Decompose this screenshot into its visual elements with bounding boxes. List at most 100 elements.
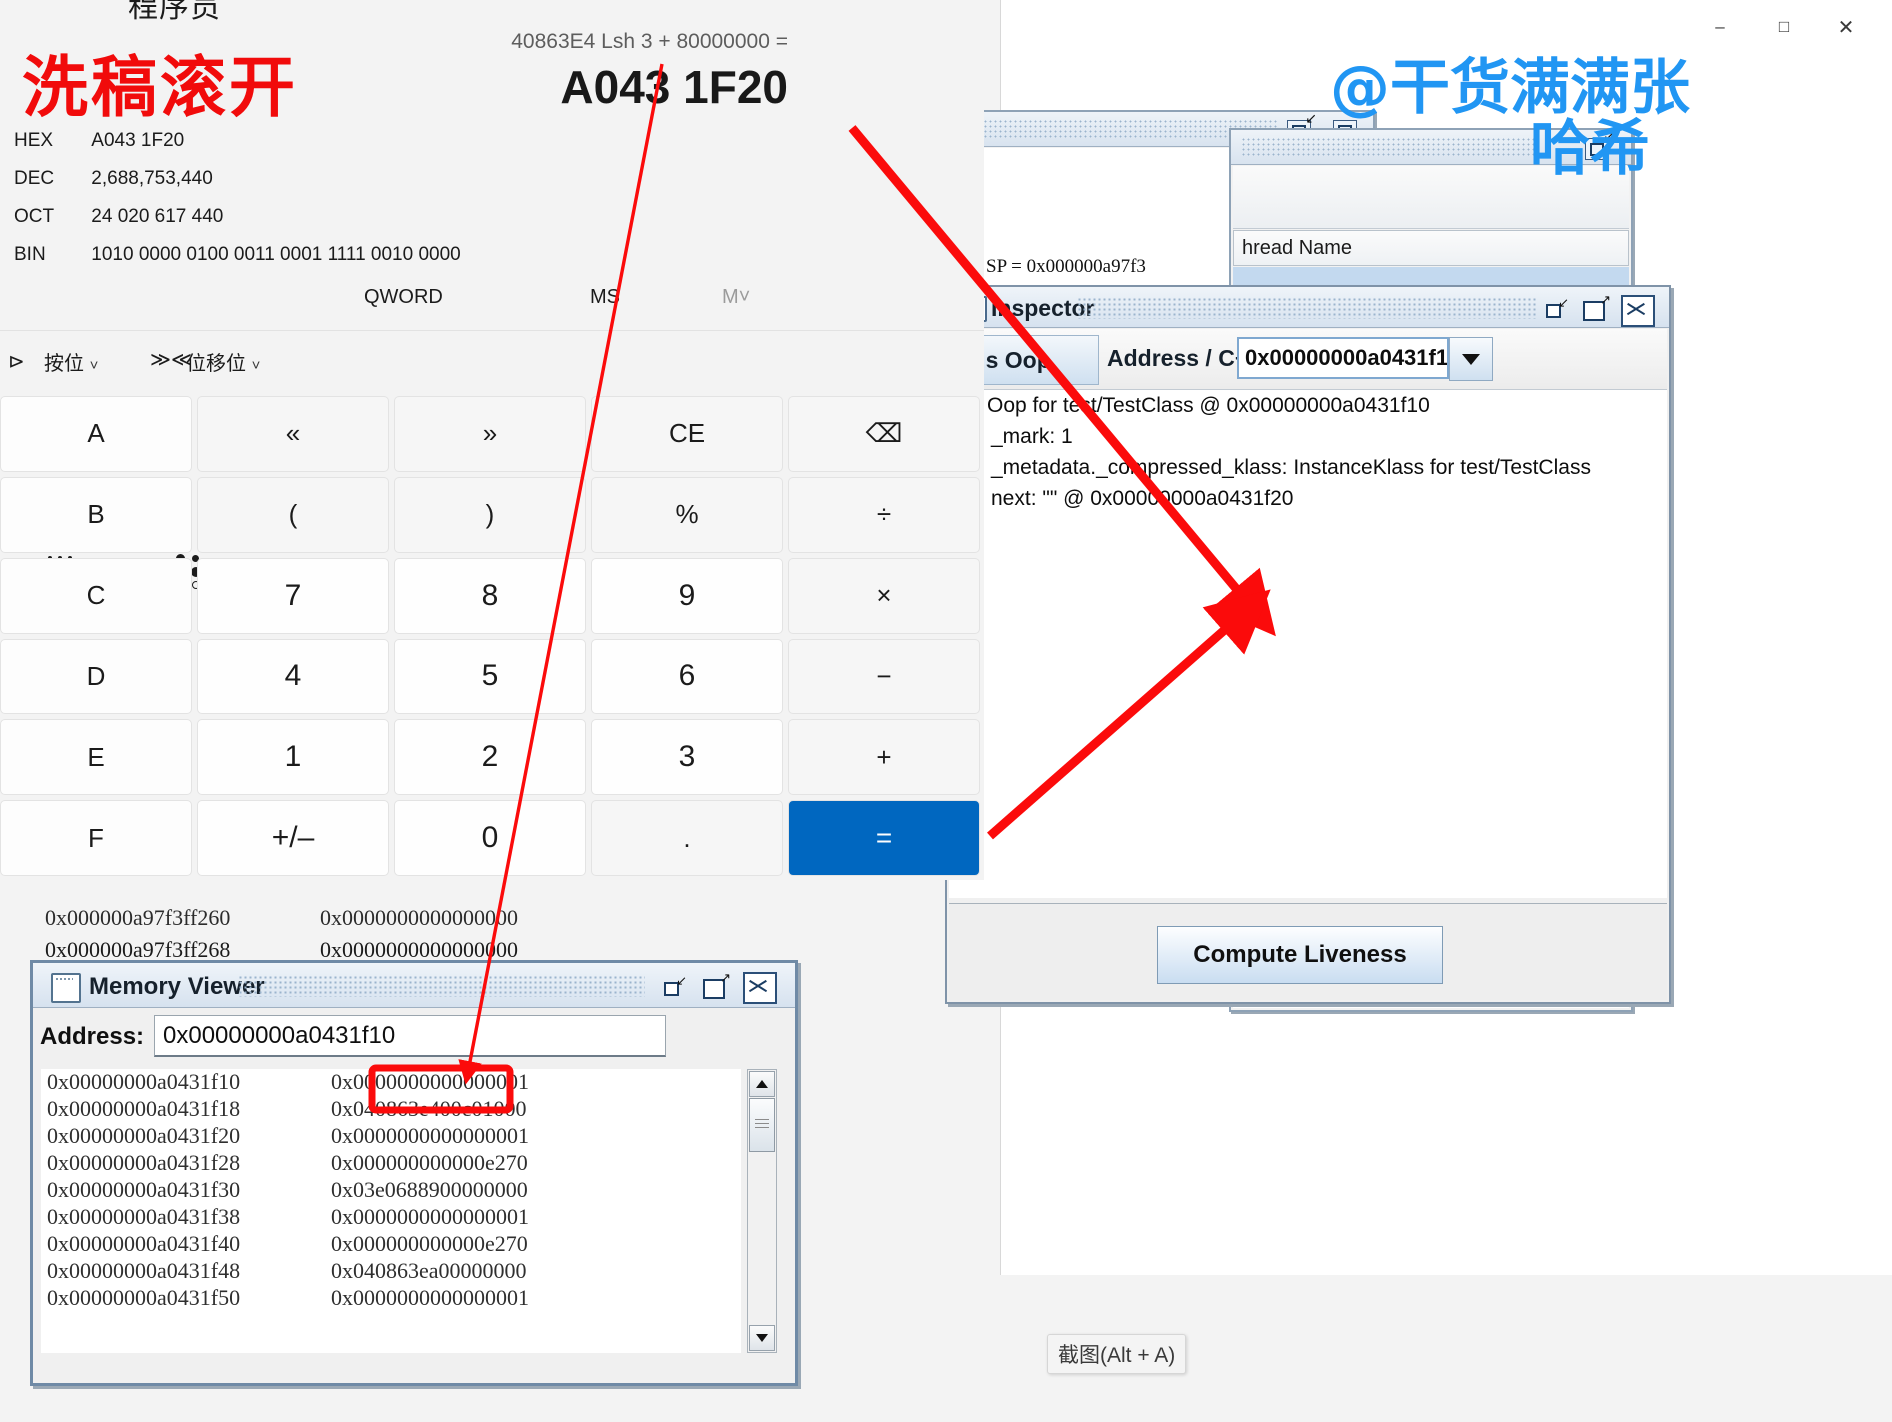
calculator-keypad[interactable]: A « » CE ⌫ B ( ) % ÷ C 7 8 9 × D 4 5 6 −… bbox=[0, 396, 984, 880]
memory-value-cell: 0x0000000000000001 bbox=[331, 1204, 529, 1229]
bitwise-label: 按位 bbox=[44, 353, 84, 375]
bitshift-dropdown[interactable]: 位移位 ˅ bbox=[186, 347, 260, 376]
memory-store-button[interactable]: MS bbox=[590, 286, 620, 309]
key-0[interactable]: 0 bbox=[394, 800, 586, 876]
inspector-tree[interactable]: Oop for test/TestClass @ 0x00000000a0431… bbox=[949, 390, 1667, 898]
table-row[interactable]: 0x00000000a0431f20 0x0000000000000001 bbox=[41, 1123, 741, 1150]
key-close-paren[interactable]: ) bbox=[394, 476, 586, 553]
memory-address-cell: 0x00000000a0431f20 bbox=[47, 1123, 241, 1148]
key-ce[interactable]: CE bbox=[591, 396, 783, 472]
key-multiply[interactable]: × bbox=[788, 557, 980, 634]
key-4[interactable]: 4 bbox=[197, 638, 389, 715]
calculator-expression: 40863E4 Lsh 3 + 80000000 = bbox=[511, 30, 788, 53]
key-D[interactable]: D bbox=[0, 638, 192, 715]
scroll-up-icon[interactable] bbox=[749, 1071, 775, 1097]
memory-viewer-window[interactable]: Memory Viewer ↙ ↗ Address: 0x00000000a04… bbox=[30, 960, 798, 1386]
key-B[interactable]: B bbox=[0, 476, 192, 553]
key-subtract[interactable]: − bbox=[788, 638, 980, 715]
memory-vertical-scrollbar[interactable] bbox=[747, 1069, 777, 1353]
memory-address-bar: Address: 0x00000000a0431f10 bbox=[36, 1009, 792, 1065]
key-2[interactable]: 2 bbox=[394, 719, 586, 796]
chevron-down-icon[interactable] bbox=[1449, 337, 1493, 381]
chevron-down-icon: ˅ bbox=[251, 357, 261, 374]
list-item[interactable]: _mark: 1 bbox=[949, 421, 1667, 452]
table-row[interactable]: 0x00000000a0431f38 0x0000000000000001 bbox=[41, 1204, 741, 1231]
key-F[interactable]: F bbox=[0, 800, 192, 876]
list-item[interactable]: next: "" @ 0x00000000a0431f20 bbox=[949, 483, 1667, 514]
memory-maximize-button[interactable]: ↗ bbox=[701, 970, 731, 999]
key-E[interactable]: E bbox=[0, 719, 192, 796]
radix-row-hex[interactable]: HEX A043 1F20 bbox=[14, 130, 184, 152]
memory-value-cell: 0x03e0688900000000 bbox=[331, 1177, 528, 1202]
key-decimal[interactable]: . bbox=[591, 800, 783, 876]
watermark-blue-line2: 哈希 bbox=[1530, 114, 1650, 184]
key-1[interactable]: 1 bbox=[197, 719, 389, 796]
key-7[interactable]: 7 bbox=[197, 557, 389, 634]
address-expression-input[interactable]: 0x00000000a0431f10 bbox=[1237, 337, 1449, 379]
inspector-close-button[interactable] bbox=[1621, 295, 1655, 327]
key-open-paren[interactable]: ( bbox=[197, 476, 389, 553]
table-row[interactable]: 0x00000000a0431f50 0x0000000000000001 bbox=[41, 1285, 741, 1312]
compute-liveness-button[interactable]: Compute Liveness bbox=[1157, 926, 1443, 984]
list-item[interactable]: _metadata._compressed_klass: InstanceKla… bbox=[949, 452, 1667, 483]
key-rsh[interactable]: » bbox=[394, 396, 586, 472]
bitwise-dropdown[interactable]: 按位 ˅ bbox=[44, 347, 98, 376]
memory-address-cell: 0x00000000a0431f10 bbox=[47, 1069, 241, 1094]
table-row[interactable]: 0x00000000a0431f30 0x03e0688900000000 bbox=[41, 1177, 741, 1204]
key-equals[interactable]: = bbox=[788, 800, 980, 876]
key-C[interactable]: C bbox=[0, 557, 192, 634]
key-percent[interactable]: % bbox=[591, 476, 783, 553]
table-row[interactable]: 0x00000000a0431f40 0x000000000000e270 bbox=[41, 1231, 741, 1258]
memory-restore-button[interactable]: ↙ bbox=[659, 973, 687, 999]
key-plus-minus[interactable]: +/– bbox=[197, 800, 389, 876]
memory-menu-button[interactable]: M˅ bbox=[722, 286, 750, 309]
memory-value-cell: 0x040863e400c01000 bbox=[331, 1096, 527, 1121]
tree-item-label: _metadata._compressed_klass: InstanceKla… bbox=[991, 455, 1591, 479]
scroll-down-icon[interactable] bbox=[749, 1325, 775, 1351]
address-input[interactable]: 0x00000000a0431f10 bbox=[154, 1015, 666, 1057]
scroll-thumb[interactable] bbox=[749, 1098, 775, 1152]
memory-row-list[interactable]: 0x00000000a0431f10 0x0000000000000001 0x… bbox=[41, 1069, 741, 1353]
key-backspace[interactable]: ⌫ bbox=[788, 396, 980, 472]
memory-address-cell: 0x00000000a0431f48 bbox=[47, 1258, 241, 1283]
radix-row-dec[interactable]: DEC 2,688,753,440 bbox=[14, 168, 213, 190]
key-8[interactable]: 8 bbox=[394, 557, 586, 634]
key-5[interactable]: 5 bbox=[394, 638, 586, 715]
inspector-titlebar[interactable]: Inspector ↙ ↗ bbox=[947, 287, 1669, 328]
radix-value-oct: 24 020 617 440 bbox=[91, 206, 224, 227]
memory-value-cell: 0x000000000000e270 bbox=[331, 1231, 528, 1256]
maximize-button[interactable]: □ bbox=[1761, 12, 1807, 42]
address-label: Address: bbox=[40, 1023, 145, 1050]
word-size-button[interactable]: QWORD bbox=[364, 286, 443, 309]
tree-item-label: _mark: 1 bbox=[991, 424, 1073, 448]
radix-row-bin[interactable]: BIN 1010 0000 0100 0011 0001 1111 0010 0… bbox=[14, 244, 461, 266]
inspector-toolbar: Previous Oop Address / C++ Expression: 0… bbox=[853, 329, 1667, 390]
table-row[interactable]: 0x00000000a0431f10 0x0000000000000001 bbox=[41, 1069, 741, 1096]
table-row[interactable]: 0x00000000a0431f48 0x040863ea00000000 bbox=[41, 1258, 741, 1285]
memory-viewer-titlebar[interactable]: Memory Viewer ↙ ↗ bbox=[33, 963, 795, 1008]
list-item[interactable]: Oop for test/TestClass @ 0x00000000a0431… bbox=[949, 390, 1667, 421]
inspector-window[interactable]: Inspector ↙ ↗ Previous Oop Address / C++… bbox=[853, 285, 1671, 1004]
radix-value-bin: 1010 0000 0100 0011 0001 1111 0010 0000 bbox=[91, 244, 461, 265]
memory-close-button[interactable] bbox=[743, 972, 777, 1004]
table-row[interactable]: 0x00000000a0431f18 0x040863e400c01000 bbox=[41, 1096, 741, 1123]
table-row[interactable]: 0x00000000a0431f28 0x000000000000e270 bbox=[41, 1150, 741, 1177]
key-lsh[interactable]: « bbox=[197, 396, 389, 472]
key-A[interactable]: A bbox=[0, 396, 192, 472]
radix-row-oct[interactable]: OCT 24 020 617 440 bbox=[14, 206, 223, 228]
key-divide[interactable]: ÷ bbox=[788, 476, 980, 553]
logic-gate-icon: ⊳ bbox=[8, 351, 25, 373]
radix-value-hex: A043 1F20 bbox=[91, 130, 185, 151]
key-9[interactable]: 9 bbox=[591, 557, 783, 634]
inspector-maximize-button[interactable]: ↗ bbox=[1581, 292, 1611, 321]
minimize-button[interactable]: – bbox=[1697, 12, 1743, 42]
inspector-restore-button[interactable]: ↙ bbox=[1541, 295, 1569, 321]
key-3[interactable]: 3 bbox=[591, 719, 783, 796]
programmer-calculator[interactable]: 程序员 40863E4 Lsh 3 + 80000000 = A043 1F20… bbox=[0, 0, 984, 880]
screenshot-hint-tooltip: 截图(Alt + A) bbox=[1047, 1334, 1187, 1374]
watermark-red: 洗稿滚开 bbox=[22, 49, 298, 126]
close-button[interactable]: ✕ bbox=[1823, 12, 1869, 42]
key-add[interactable]: + bbox=[788, 719, 980, 796]
key-6[interactable]: 6 bbox=[591, 638, 783, 715]
inspector-footer: Compute Liveness bbox=[949, 903, 1667, 1000]
